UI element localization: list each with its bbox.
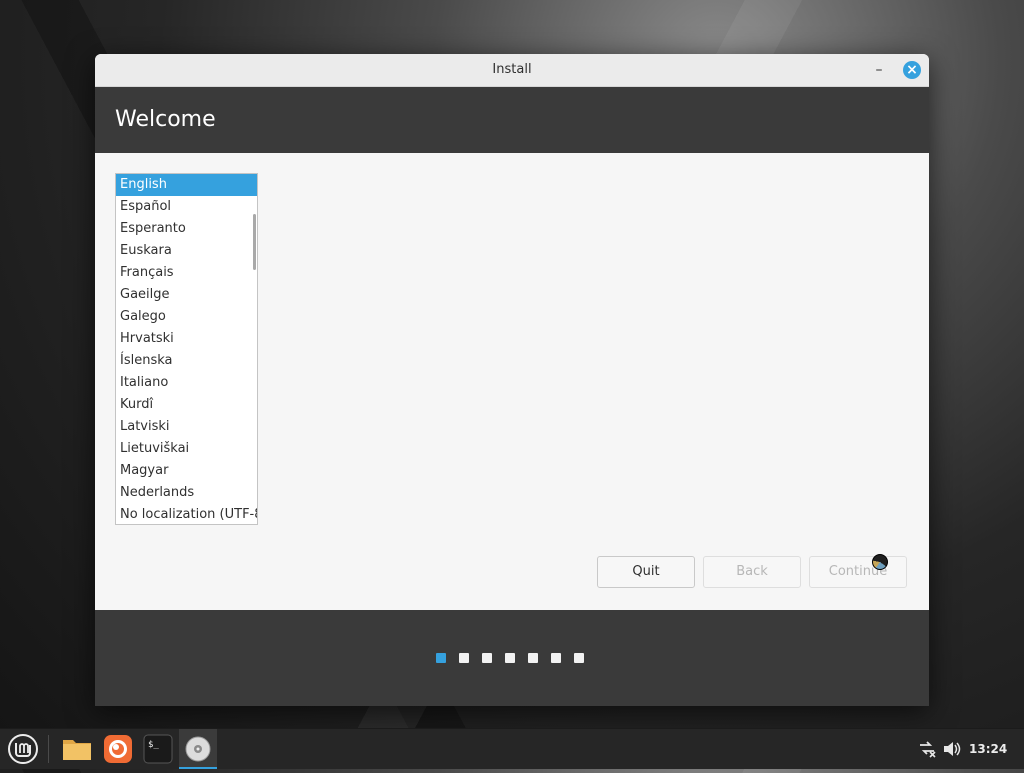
taskbar-separator [48, 735, 49, 763]
installer-window: Install – × Welcome English Español Espera… [95, 54, 929, 706]
language-item[interactable]: No localization (UTF-8) [116, 504, 257, 524]
language-item[interactable]: Kurdî [116, 394, 257, 416]
language-item[interactable]: Français [116, 262, 257, 284]
language-list[interactable]: English Español Esperanto Euskara Français Ga… [115, 173, 258, 525]
language-item[interactable]: English [116, 174, 257, 196]
language-item[interactable]: Gaeilge [116, 284, 257, 306]
mint-menu-button[interactable] [4, 729, 42, 769]
volume-button[interactable] [942, 739, 962, 763]
language-item[interactable]: Nederlands [116, 482, 257, 504]
content-area: English Español Esperanto Euskara Français Ga… [95, 153, 929, 610]
language-item[interactable]: Italiano [116, 372, 257, 394]
language-item[interactable]: Magyar [116, 460, 257, 482]
step-dot [436, 653, 446, 663]
quit-button[interactable]: Quit [597, 556, 695, 588]
clock[interactable]: 13:24 [969, 729, 1007, 769]
step-footer [95, 610, 929, 706]
step-dot [551, 653, 561, 663]
page-header: Welcome [95, 87, 929, 153]
step-indicator [436, 653, 597, 663]
installer-disc-icon [185, 736, 211, 762]
mint-menu-icon [8, 734, 38, 764]
files-icon [63, 740, 91, 760]
window-title: Install [492, 62, 532, 77]
svg-text:$_: $_ [148, 740, 159, 750]
language-item[interactable]: Lietuviškai [116, 438, 257, 460]
step-dot [459, 653, 469, 663]
network-disconnected-icon [920, 741, 936, 758]
network-status-button[interactable] [917, 739, 937, 763]
step-dot [482, 653, 492, 663]
back-button[interactable]: Back [703, 556, 801, 588]
step-dot [505, 653, 515, 663]
volume-icon [944, 742, 961, 756]
terminal-icon: $_ [143, 734, 173, 764]
language-item[interactable]: Esperanto [116, 218, 257, 240]
step-dot [528, 653, 538, 663]
language-item[interactable]: Español [116, 196, 257, 218]
taskbar: $_ 13:24 [0, 728, 1024, 769]
step-dot [574, 653, 584, 663]
firefox-launcher[interactable] [99, 729, 137, 769]
installer-taskbar-button[interactable] [179, 729, 217, 769]
minimize-button[interactable]: – [869, 54, 889, 86]
language-item[interactable]: Hrvatski [116, 328, 257, 350]
language-item[interactable]: Latviski [116, 416, 257, 438]
language-item[interactable]: Euskara [116, 240, 257, 262]
language-item[interactable]: Íslenska [116, 350, 257, 372]
terminal-launcher[interactable]: $_ [139, 729, 177, 769]
page-title: Welcome [115, 107, 216, 132]
firefox-icon [104, 735, 132, 763]
files-launcher[interactable] [58, 729, 96, 769]
language-item[interactable]: Galego [116, 306, 257, 328]
busy-cursor-icon [872, 554, 888, 570]
close-button[interactable]: × [903, 61, 921, 79]
window-titlebar[interactable]: Install – × [95, 54, 929, 87]
language-list-scrollbar[interactable] [253, 214, 256, 270]
continue-button[interactable]: Continue [809, 556, 907, 588]
